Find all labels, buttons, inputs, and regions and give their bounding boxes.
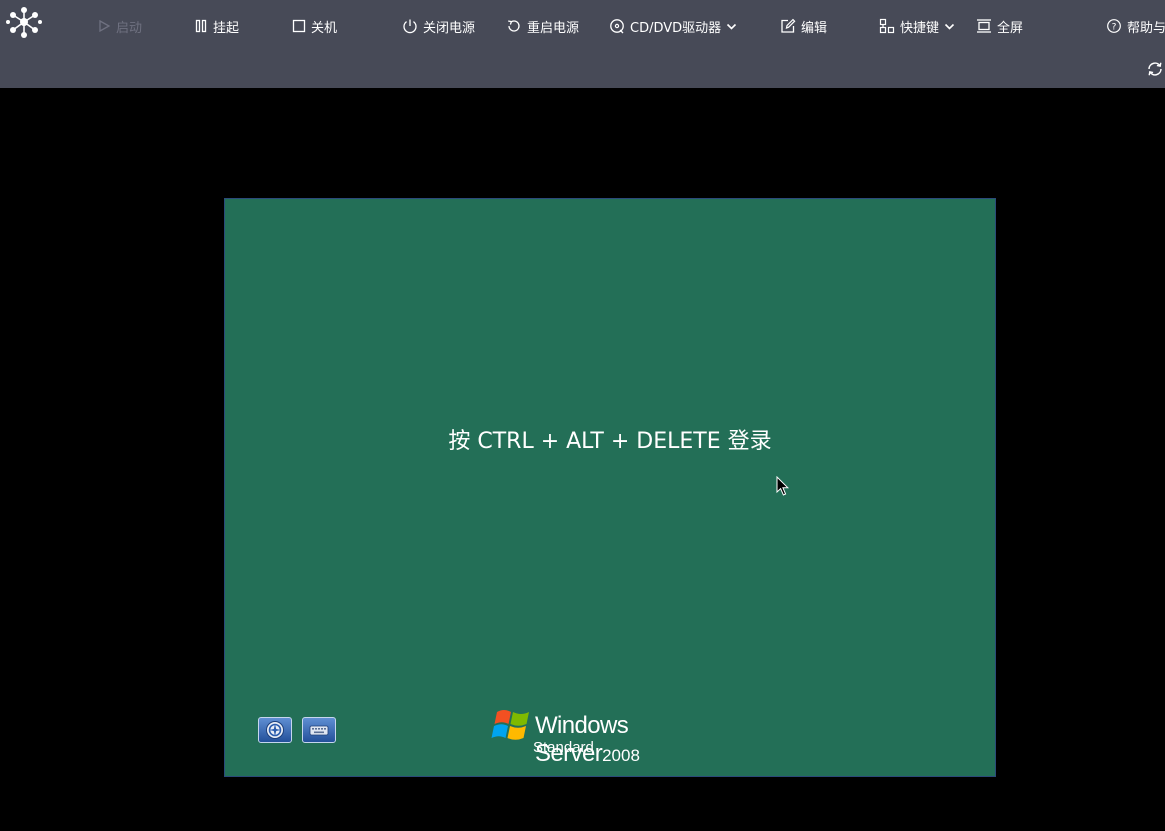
start-button-label: 启动 <box>116 20 143 36</box>
shortcut-keys-dropdown[interactable]: 快捷键 <box>879 15 955 37</box>
sitemap-icon <box>879 18 895 34</box>
start-button[interactable]: 启动 <box>97 15 142 37</box>
svg-text:?: ? <box>1112 22 1117 32</box>
help-icon: ? <box>1107 19 1121 33</box>
vm-toolbar: 启动 挂起 关机 关闭电源 重启电源 CD/DVD驱动器 编辑 快捷键 全屏 ?… <box>0 0 1165 88</box>
help-button-label: 帮助与 <box>1127 20 1165 36</box>
refresh-icon[interactable] <box>1146 60 1164 78</box>
windows-server-brand: Windows Server2008 Standard <box>491 706 731 767</box>
fullscreen-button[interactable]: 全屏 <box>976 15 1023 37</box>
windows-flag-icon <box>491 710 529 740</box>
disc-icon <box>610 19 624 34</box>
mouse-pointer-icon <box>776 476 790 496</box>
help-button[interactable]: ? 帮助与 <box>1106 15 1165 37</box>
chevron-down-icon <box>944 23 955 30</box>
brand-version: 2008 <box>602 746 640 765</box>
ease-of-access-button[interactable] <box>258 717 292 743</box>
restart-power-button-label: 重启电源 <box>527 20 580 36</box>
cd-dvd-dropdown[interactable]: CD/DVD驱动器 <box>609 15 737 37</box>
cd-dvd-dropdown-label: CD/DVD驱动器 <box>630 20 722 36</box>
stop-icon <box>292 19 306 33</box>
vm-console-screen[interactable]: 按 CTRL + ALT + DELETE 登录 Windows Server2… <box>224 198 996 777</box>
shortcut-keys-dropdown-label: 快捷键 <box>900 20 940 36</box>
restart-icon <box>508 20 520 32</box>
power-off-button[interactable]: 关闭电源 <box>402 15 475 37</box>
suspend-button-label: 挂起 <box>213 20 240 36</box>
on-screen-keyboard-button[interactable] <box>302 717 336 743</box>
ease-of-access-icon <box>266 721 284 739</box>
power-off-button-label: 关闭电源 <box>423 20 476 36</box>
suspend-button[interactable]: 挂起 <box>194 15 239 37</box>
pause-icon <box>195 19 207 33</box>
app-logo-icon[interactable] <box>5 5 43 39</box>
fullscreen-button-label: 全屏 <box>997 20 1024 36</box>
power-icon <box>403 19 417 34</box>
keyboard-icon <box>309 725 329 736</box>
edit-button-label: 编辑 <box>801 20 828 36</box>
edit-button[interactable]: 编辑 <box>780 15 827 37</box>
ctrl-alt-delete-prompt: 按 CTRL + ALT + DELETE 登录 <box>448 429 772 454</box>
shutdown-button-label: 关机 <box>311 20 338 36</box>
chevron-down-icon <box>727 23 737 30</box>
play-icon <box>99 19 111 33</box>
restart-power-button[interactable]: 重启电源 <box>506 15 579 37</box>
brand-edition: Standard <box>533 739 594 756</box>
fullscreen-icon <box>977 19 991 33</box>
edit-icon <box>781 18 796 33</box>
shutdown-button[interactable]: 关机 <box>292 15 337 37</box>
